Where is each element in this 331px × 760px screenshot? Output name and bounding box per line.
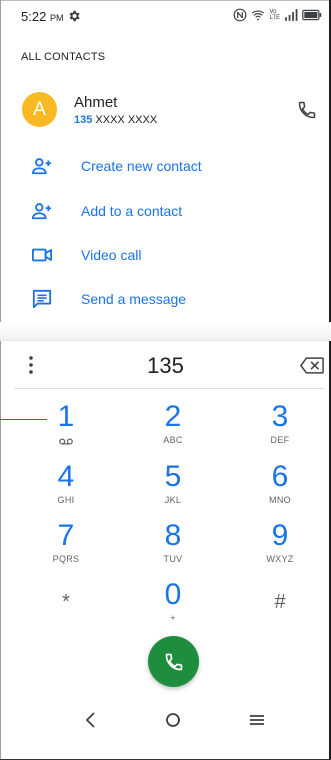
dialpad-divider bbox=[0, 340, 331, 341]
key-6[interactable]: 6 MNO bbox=[240, 462, 320, 512]
backspace-icon[interactable] bbox=[300, 357, 324, 374]
key-7[interactable]: 7 PQRS bbox=[26, 521, 106, 571]
frame-left-edge bbox=[0, 0, 1, 760]
message-icon bbox=[32, 289, 52, 309]
phone-call-icon[interactable] bbox=[297, 100, 317, 120]
key-2[interactable]: 2 ABC bbox=[133, 402, 213, 452]
key-3[interactable]: 3 DEF bbox=[240, 402, 320, 452]
add-to-contact-label: Add to a contact bbox=[81, 203, 183, 219]
video-call-label: Video call bbox=[81, 247, 142, 263]
settings-gear-icon bbox=[69, 10, 80, 22]
dialed-digits[interactable]: 135 bbox=[0, 353, 331, 379]
add-to-contact-action[interactable]: Add to a contact bbox=[0, 191, 331, 231]
battery-icon bbox=[302, 9, 322, 21]
status-time: 5:22 PM bbox=[21, 9, 64, 24]
wifi-icon bbox=[252, 10, 265, 21]
send-message-action[interactable]: Send a message bbox=[0, 279, 331, 319]
key-star[interactable]: * bbox=[26, 587, 106, 637]
key-4[interactable]: 4 GHI bbox=[26, 462, 106, 512]
status-icons: Vo LTE bbox=[233, 8, 322, 22]
key-5[interactable]: 5 JKL bbox=[133, 462, 213, 512]
status-bar: 5:22 PM Vo LTE bbox=[0, 0, 331, 34]
signal-icon bbox=[285, 9, 298, 21]
home-nav-icon[interactable] bbox=[158, 708, 188, 732]
video-camera-icon bbox=[32, 248, 52, 262]
contact-name: Ahmet bbox=[74, 94, 118, 111]
key-9[interactable]: 9 WXYZ bbox=[240, 521, 320, 571]
create-new-contact-label: Create new contact bbox=[81, 158, 202, 174]
key-8[interactable]: 8 TUV bbox=[133, 521, 213, 571]
key-hash[interactable]: # bbox=[240, 587, 320, 637]
nfc-icon bbox=[234, 8, 247, 22]
menu-nav-icon[interactable] bbox=[242, 708, 272, 732]
avatar: A bbox=[22, 92, 57, 127]
person-add-icon bbox=[31, 203, 52, 220]
dialpad-shadow bbox=[0, 322, 331, 340]
section-label-all-contacts: ALL CONTACTS bbox=[21, 51, 106, 63]
person-add-icon bbox=[31, 158, 52, 175]
key-1[interactable]: 1 bbox=[26, 402, 106, 452]
contact-number: 135 XXXX XXXX bbox=[74, 114, 158, 126]
send-message-label: Send a message bbox=[81, 291, 187, 307]
volte-indicator: Vo LTE bbox=[269, 9, 280, 21]
call-button[interactable] bbox=[148, 636, 199, 687]
video-call-action[interactable]: Video call bbox=[0, 235, 331, 275]
phone-call-icon bbox=[165, 653, 182, 670]
create-new-contact-action[interactable]: Create new contact bbox=[0, 146, 331, 186]
digits-underline bbox=[14, 388, 324, 389]
key-0[interactable]: 0 + bbox=[133, 580, 213, 630]
back-nav-icon[interactable] bbox=[75, 708, 105, 732]
voicemail-icon bbox=[59, 438, 73, 445]
